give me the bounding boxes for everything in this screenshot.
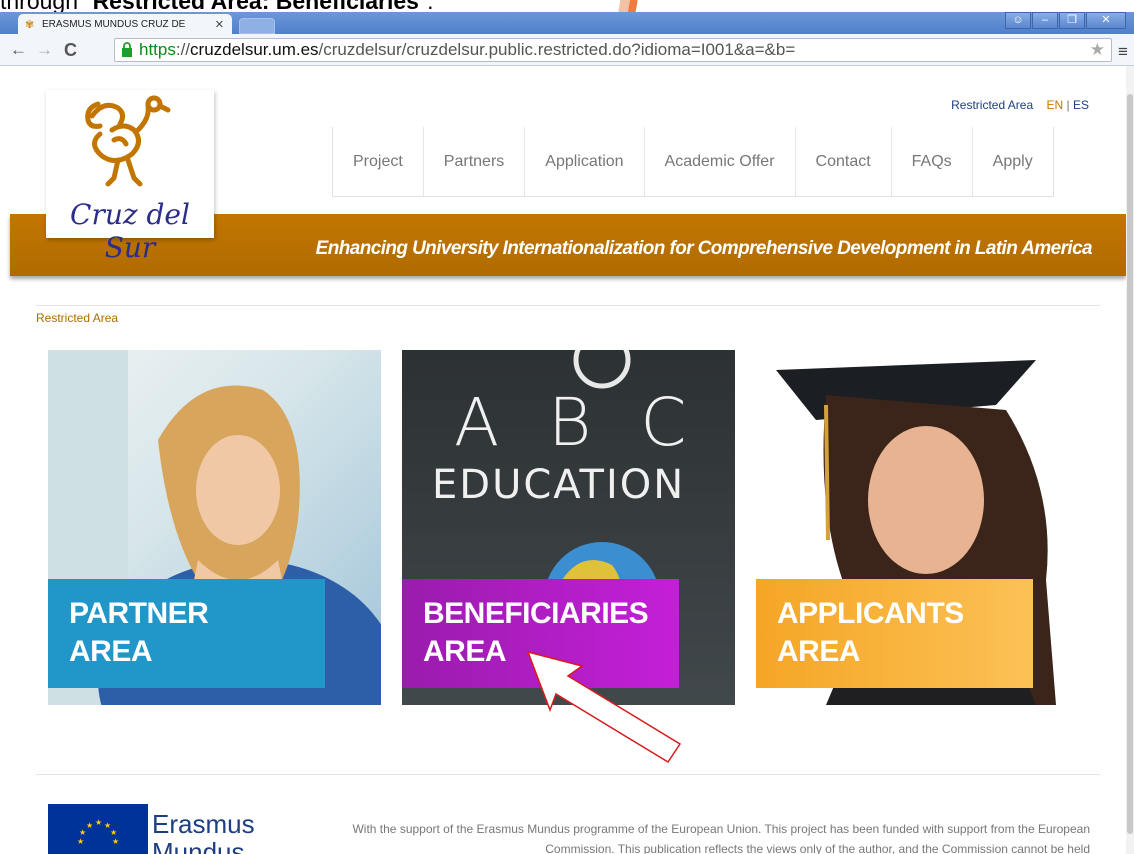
eu-flag-logo: ★ ★ ★ ★ ★ ★ ★ <box>48 804 148 854</box>
url-path: /cruzdelsur/cruzdelsur.public.restricted… <box>318 40 796 59</box>
browser-tab-strip: ✾ ERASMUS MUNDUS CRUZ DE ✕ ☺ – ❐ ✕ <box>0 12 1134 34</box>
applicants-area-label: APPLICANTS AREA <box>756 579 1033 688</box>
url-host: cruzdelsur.um.es <box>190 40 319 59</box>
applicants-area-card[interactable]: APPLICANTS AREA <box>756 350 1089 705</box>
svg-text:★: ★ <box>112 837 119 846</box>
svg-text:★: ★ <box>110 828 117 837</box>
forward-icon[interactable]: → <box>36 40 53 60</box>
svg-text:★: ★ <box>79 828 86 837</box>
site-tagline: Enhancing University Internationalizatio… <box>315 238 1093 259</box>
restricted-area-link[interactable]: Restricted Area <box>951 98 1033 112</box>
footer-divider <box>36 774 1100 775</box>
window-controls: ☺ – ❐ ✕ <box>1004 12 1126 29</box>
lock-icon <box>122 42 132 57</box>
lang-en-link[interactable]: EN <box>1047 98 1064 112</box>
logo-text: Cruz del Sur <box>70 198 190 264</box>
lang-es-link[interactable]: ES <box>1073 98 1089 112</box>
partner-area-label: PARTNER AREA <box>48 579 325 688</box>
new-tab-button[interactable] <box>239 18 275 34</box>
star-icon[interactable]: ★ <box>1090 40 1105 60</box>
site-logo[interactable]: Cruz del Sur <box>46 90 214 264</box>
svg-text:★: ★ <box>77 837 84 846</box>
instruction-caption: through "Restricted Area: Beneficiaries"… <box>0 0 660 14</box>
user-icon[interactable]: ☺ <box>1005 12 1031 29</box>
url-scheme: https <box>139 40 176 59</box>
nav-partners[interactable]: Partners <box>422 127 524 197</box>
browser-toolbar: ← → C https://cruzdelsur.um.es/cruzdelsu… <box>0 34 1134 66</box>
page-scrollbar[interactable] <box>1126 66 1134 854</box>
partner-area-card[interactable]: PARTNER AREA <box>48 350 381 705</box>
top-links: Restricted Area EN | ES <box>951 98 1089 112</box>
web-page: Enhancing University Internationalizatio… <box>0 66 1126 854</box>
board-education: EDUCATION <box>432 462 686 508</box>
address-bar[interactable]: https://cruzdelsur.um.es/cruzdelsur/cruz… <box>114 38 1112 62</box>
nav-application[interactable]: Application <box>524 127 643 197</box>
browser-tab[interactable]: ✾ ERASMUS MUNDUS CRUZ DE ✕ <box>18 14 232 34</box>
close-window-icon[interactable]: ✕ <box>1086 12 1126 29</box>
pointer-arrow-icon <box>526 650 682 764</box>
minimize-icon[interactable]: – <box>1032 12 1058 29</box>
svg-text:★: ★ <box>86 821 93 830</box>
breadcrumb: Restricted Area <box>36 311 119 325</box>
nav-academic-offer[interactable]: Academic Offer <box>643 127 795 197</box>
menu-icon[interactable]: ≡ <box>1118 42 1128 62</box>
main-navigation: Project Partners Application Academic Of… <box>332 127 1054 197</box>
close-tab-icon[interactable]: ✕ <box>215 18 224 31</box>
reload-icon[interactable]: C <box>64 40 77 61</box>
board-abc: A B C <box>454 384 701 461</box>
tab-title: ERASMUS MUNDUS CRUZ DE <box>42 19 186 30</box>
nav-apply[interactable]: Apply <box>971 127 1053 197</box>
divider <box>36 305 1100 306</box>
maximize-icon[interactable]: ❐ <box>1059 12 1085 29</box>
svg-text:★: ★ <box>95 818 102 827</box>
favicon-icon: ✾ <box>25 19 35 31</box>
erasmus-mundus-brand: Erasmus Mundus <box>152 809 255 854</box>
eu-stars-icon: ★ ★★ ★★★ ★ <box>77 818 119 846</box>
nav-contact[interactable]: Contact <box>794 127 891 197</box>
nav-faqs[interactable]: FAQs <box>890 127 972 197</box>
bird-logo-icon <box>85 95 171 187</box>
footer-disclaimer: With the support of the Erasmus Mundus p… <box>352 822 1090 854</box>
back-icon[interactable]: ← <box>10 40 27 60</box>
nav-project[interactable]: Project <box>333 127 423 197</box>
